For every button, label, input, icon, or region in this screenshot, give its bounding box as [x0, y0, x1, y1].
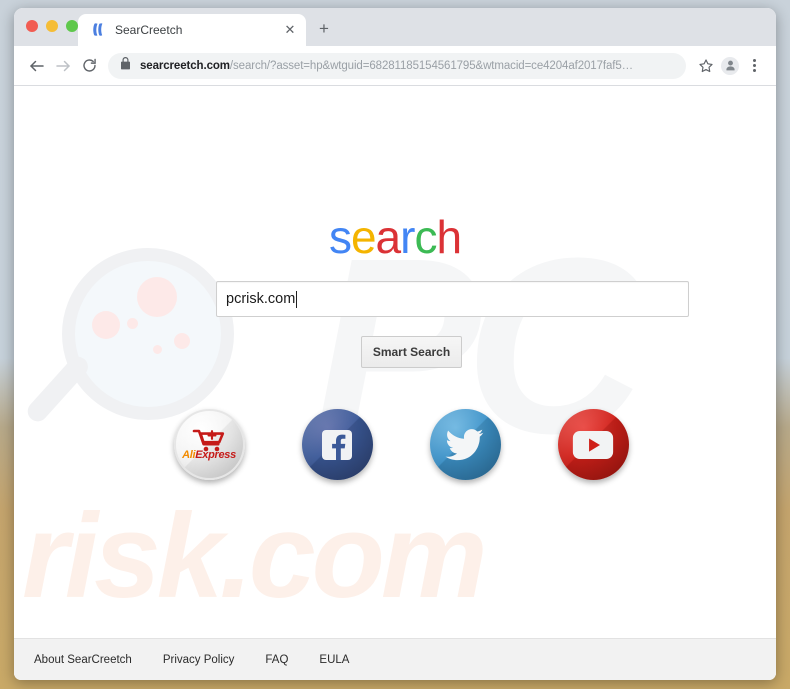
footer-link-faq[interactable]: FAQ — [265, 654, 288, 666]
reload-icon[interactable] — [76, 53, 102, 79]
search-input[interactable]: pcrisk.com — [216, 281, 689, 317]
footer-link-privacy[interactable]: Privacy Policy — [163, 654, 235, 666]
page-content: PC risk.com search pcrisk.com Smart Sear… — [14, 86, 776, 638]
youtube-shortcut-icon[interactable] — [557, 409, 629, 480]
browser-window: SearCreetch ✕ + searcreetch.com/search/?… — [14, 8, 776, 680]
close-window-button[interactable] — [26, 20, 38, 32]
star-icon[interactable] — [694, 54, 718, 78]
searcreetch-favicon — [90, 22, 106, 38]
footer-link-eula[interactable]: EULA — [319, 654, 349, 666]
tab-title: SearCreetch — [115, 23, 183, 37]
tab-strip: SearCreetch ✕ + — [14, 8, 776, 46]
address-bar-url: searcreetch.com/search/?asset=hp&wtguid=… — [140, 60, 633, 72]
page-footer: About SearCreetch Privacy Policy FAQ EUL… — [14, 638, 776, 680]
facebook-shortcut-icon[interactable] — [301, 409, 373, 480]
search-input-value: pcrisk.com — [226, 291, 296, 307]
magnifier-lens — [62, 248, 234, 420]
logo-letter-s: s — [328, 211, 352, 263]
risk-watermark: risk.com — [22, 489, 488, 623]
aliexpress-label: AliExpress — [182, 449, 236, 461]
forward-arrow-icon[interactable] — [50, 53, 76, 79]
lock-icon — [120, 56, 131, 75]
logo-letter-r: r — [400, 211, 415, 263]
footer-link-about[interactable]: About SearCreetch — [34, 654, 132, 666]
maximize-window-button[interactable] — [66, 20, 78, 32]
browser-toolbar: searcreetch.com/search/?asset=hp&wtguid=… — [14, 46, 776, 86]
text-caret — [296, 290, 298, 308]
three-dot-menu-icon[interactable] — [742, 54, 766, 78]
shortcut-row: AliExpress — [14, 409, 776, 480]
smart-search-button[interactable]: Smart Search — [361, 336, 462, 368]
logo-letter-e: e — [350, 211, 377, 263]
logo-letter-c: c — [414, 211, 437, 263]
aliexpress-shortcut-icon[interactable]: AliExpress — [173, 409, 245, 480]
browser-tab-searcreetch[interactable]: SearCreetch ✕ — [78, 14, 306, 46]
page-title: search — [14, 214, 776, 260]
avatar — [721, 56, 739, 75]
back-arrow-icon[interactable] — [24, 53, 50, 79]
logo-letter-a: a — [375, 211, 402, 263]
minimize-window-button[interactable] — [46, 20, 58, 32]
close-icon[interactable]: ✕ — [282, 22, 298, 38]
url-path: /search/?asset=hp&wtguid=682811851545617… — [229, 59, 634, 72]
menu-dots — [752, 59, 756, 72]
avatar-icon[interactable] — [718, 54, 742, 78]
window-controls — [26, 20, 78, 32]
new-tab-button[interactable]: + — [314, 19, 334, 39]
address-bar[interactable]: searcreetch.com/search/?asset=hp&wtguid=… — [108, 52, 686, 79]
magnifier-lens-inner — [75, 261, 221, 407]
twitter-shortcut-icon[interactable] — [429, 409, 501, 480]
url-domain: searcreetch.com — [140, 59, 230, 72]
logo-letter-h: h — [436, 211, 462, 263]
